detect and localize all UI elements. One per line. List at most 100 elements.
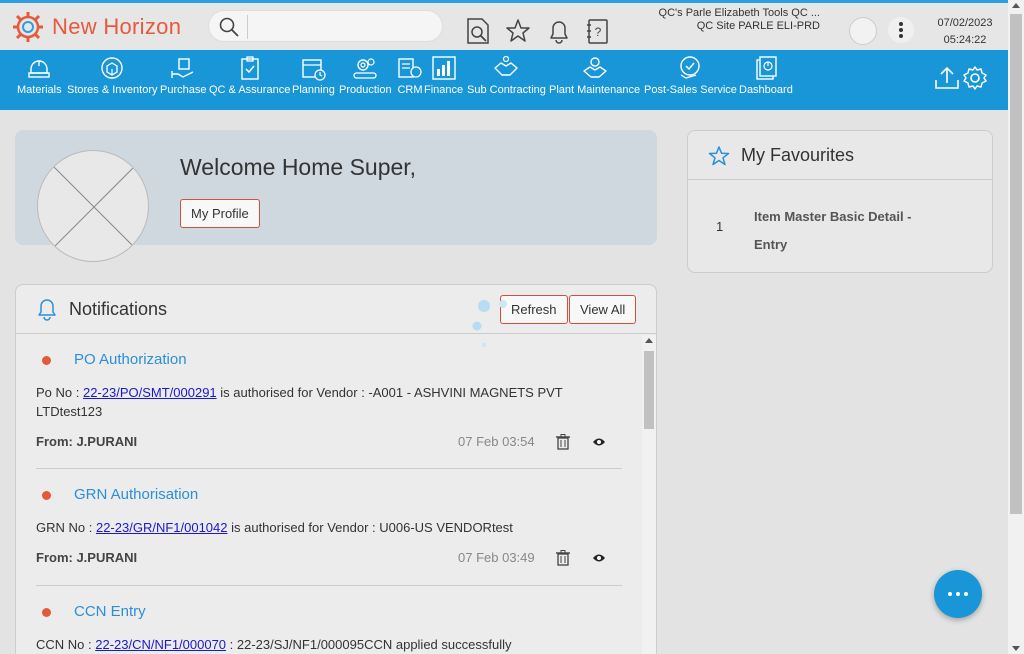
nav-item-qc-assurance[interactable]: QC & Assurance xyxy=(209,54,290,96)
trash-icon[interactable] xyxy=(556,434,570,450)
favourite-item-link[interactable]: Item Master Basic Detail - Entry xyxy=(754,203,924,259)
upload-icon[interactable] xyxy=(933,64,961,92)
trash-icon[interactable] xyxy=(556,550,570,566)
star-icon[interactable] xyxy=(505,17,531,45)
post-sales-icon xyxy=(680,56,701,79)
settings-gear-icon[interactable] xyxy=(961,64,989,92)
welcome-card: Welcome Home Super, My Profile xyxy=(15,130,657,262)
search-divider xyxy=(247,15,248,39)
nav-item-stores-inventory[interactable]: Stores & Inventory xyxy=(67,54,158,96)
page-scrollbar-thumb[interactable] xyxy=(1010,14,1022,514)
notification-item: PO Authorization Po No : 22-23/PO/SMT/00… xyxy=(36,335,622,469)
favourite-index: 1 xyxy=(716,219,724,234)
favourites-header: My Favourites xyxy=(688,131,992,180)
my-profile-button[interactable]: My Profile xyxy=(180,199,260,228)
notification-title[interactable]: PO Authorization xyxy=(74,351,187,368)
nav-label: Purchase xyxy=(160,84,207,96)
company-name: QC's Parle Elizabeth Tools QC ... xyxy=(658,7,820,19)
nav-item-planning[interactable]: Planning xyxy=(292,54,335,96)
notification-title[interactable]: CCN Entry xyxy=(74,603,146,620)
nav-item-finance[interactable]: Finance xyxy=(424,54,463,96)
document-link[interactable]: 22-23/PO/SMT/000291 xyxy=(83,385,217,400)
unread-dot xyxy=(42,608,51,617)
notifications-header: Notifications Refresh View All xyxy=(16,285,656,334)
notification-time: 07 Feb 03:49 xyxy=(458,550,535,565)
document-link[interactable]: 22-23/GR/NF1/001042 xyxy=(96,520,228,535)
nav-label: Post-Sales Service xyxy=(644,84,737,96)
nav-item-production[interactable]: Production xyxy=(339,54,392,96)
crm-icon xyxy=(398,58,422,78)
page-scrollbar[interactable] xyxy=(1008,0,1024,654)
nav-label: Finance xyxy=(424,84,464,96)
notification-body: Po No : 22-23/PO/SMT/000291 is authorise… xyxy=(36,383,596,421)
purchase-icon xyxy=(171,58,194,78)
body-suffix: : 22-23/SJ/NF1/000095CCN applied success… xyxy=(226,637,512,652)
bell-icon[interactable] xyxy=(546,17,572,45)
notifications-scrollbar[interactable] xyxy=(642,335,656,654)
search-input[interactable] xyxy=(253,15,433,39)
module-nav-bar: Materials Stores & Inventory Purchase QC… xyxy=(0,50,1008,110)
more-options-icon[interactable] xyxy=(888,17,914,43)
help-notebook-icon[interactable]: ? xyxy=(585,17,611,45)
favourites-title: My Favourites xyxy=(741,145,855,165)
site-info: QC's Parle Elizabeth Tools QC ... QC Sit… xyxy=(659,7,820,33)
notification-body: GRN No : 22-23/GR/NF1/001042 is authoris… xyxy=(36,518,596,537)
eye-icon[interactable] xyxy=(592,437,606,447)
notifications-title: Notifications xyxy=(69,299,168,319)
notification-item: GRN Authorisation GRN No : 22-23/GR/NF1/… xyxy=(36,470,622,586)
nav-label: QC & Assurance xyxy=(209,84,291,96)
nav-item-purchase[interactable]: Purchase xyxy=(160,54,206,96)
refresh-button[interactable]: Refresh xyxy=(500,295,568,324)
body-suffix: is authorised for Vendor : U006-US VENDO… xyxy=(227,520,513,535)
nav-item-crm[interactable]: CRM xyxy=(396,54,424,96)
nav-label: Plant Maintenance xyxy=(549,84,641,96)
nav-item-plant-maintenance[interactable]: Plant Maintenance xyxy=(549,54,640,96)
bell-icon xyxy=(38,299,56,321)
notification-item: CCN Entry CCN No : 22-23/CN/NF1/000070 :… xyxy=(36,587,622,654)
scroll-down-arrow-icon[interactable] xyxy=(1012,646,1020,651)
body-prefix: Po No : xyxy=(36,385,83,400)
welcome-title: Welcome Home Super, xyxy=(180,154,417,180)
scrollbar-thumb[interactable] xyxy=(644,351,654,429)
plant-maintenance-icon xyxy=(582,57,607,78)
nav-label: CRM xyxy=(397,84,423,96)
logo-gear-icon xyxy=(13,12,43,42)
notification-title[interactable]: GRN Authorisation xyxy=(74,486,198,503)
star-icon xyxy=(708,146,730,166)
document-search-icon[interactable] xyxy=(465,17,491,45)
nav-item-sub-contracting[interactable]: Sub Contracting xyxy=(467,54,546,96)
eye-icon[interactable] xyxy=(592,553,606,563)
document-link[interactable]: 22-23/CN/NF1/000070 xyxy=(95,637,226,652)
body-prefix: CCN No : xyxy=(36,637,96,652)
loading-spinner-icon xyxy=(472,300,507,348)
notifications-card: Notifications Refresh View All PO Author… xyxy=(15,284,657,654)
materials-icon xyxy=(28,60,51,78)
body-prefix: GRN No : xyxy=(36,520,96,535)
stores-icon xyxy=(101,57,123,79)
scroll-up-arrow-icon[interactable] xyxy=(645,338,653,343)
notifications-list: PO Authorization Po No : 22-23/PO/SMT/00… xyxy=(16,335,642,654)
subcontracting-icon xyxy=(494,55,519,76)
user-avatar[interactable] xyxy=(849,17,877,45)
planning-icon xyxy=(302,59,327,81)
notification-time: 07 Feb 03:54 xyxy=(458,434,535,449)
notification-sender: From: J.PURANI xyxy=(36,550,138,565)
view-all-button[interactable]: View All xyxy=(569,295,637,324)
nav-item-post-sales-service[interactable]: Post-Sales Service xyxy=(644,54,737,96)
chat-button[interactable] xyxy=(934,570,982,618)
notification-body: CCN No : 22-23/CN/NF1/000070 : 22-23/SJ/… xyxy=(36,635,596,654)
app-logo[interactable]: New Horizon xyxy=(12,11,181,43)
unread-dot xyxy=(42,491,51,500)
search-icon[interactable] xyxy=(219,17,239,37)
top-bar: New Horizon ? QC's Parle Elizabeth Tools… xyxy=(0,0,1008,50)
production-icon xyxy=(353,58,377,79)
image-placeholder-icon xyxy=(38,151,148,261)
nav-item-dashboard[interactable]: Dashboard xyxy=(739,54,793,96)
notification-sender: From: J.PURANI xyxy=(36,434,138,449)
unread-dot xyxy=(42,356,51,365)
brand-name: New Horizon xyxy=(52,14,182,39)
nav-item-materials[interactable]: Materials xyxy=(17,54,62,96)
nav-label: Stores & Inventory xyxy=(67,84,158,96)
nav-label: Materials xyxy=(17,84,62,96)
scroll-up-arrow-icon[interactable] xyxy=(1012,3,1020,8)
